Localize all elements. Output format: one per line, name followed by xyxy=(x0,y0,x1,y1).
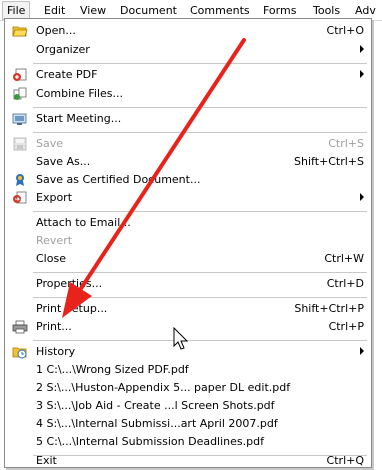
menu-separator xyxy=(33,340,367,341)
save-icon xyxy=(13,137,27,151)
recent-file-2[interactable]: 2 S:\...\Huston-Appendix 5... paper DL e… xyxy=(6,379,370,397)
menu-tools[interactable]: Tools xyxy=(313,3,340,18)
menu-item-history[interactable]: History xyxy=(6,343,370,361)
menu-view[interactable]: View xyxy=(80,3,106,18)
menu-separator xyxy=(33,132,367,133)
history-icon xyxy=(12,347,27,359)
open-folder-icon xyxy=(12,26,28,37)
export-icon xyxy=(13,191,27,204)
menu-item-exit[interactable]: Exit Ctrl+Q xyxy=(6,452,370,470)
menu-item-close[interactable]: Close Ctrl+W xyxy=(6,250,370,268)
submenu-arrow-icon xyxy=(360,193,364,201)
recent-file-3[interactable]: 3 S:\...\Job Aid - Create ...l Screen Sh… xyxy=(6,397,370,415)
menu-separator xyxy=(33,272,367,273)
recent-file-1[interactable]: 1 C:\...\Wrong Sized PDF.pdf xyxy=(6,361,370,379)
menu-advanced[interactable]: Adv xyxy=(355,3,376,18)
menu-item-combine-files[interactable]: Combine Files... xyxy=(6,85,370,103)
menu-document[interactable]: Document xyxy=(120,3,177,18)
menu-separator xyxy=(33,297,367,298)
menu-separator xyxy=(33,63,367,64)
menu-item-save-as[interactable]: Save As... Shift+Ctrl+S xyxy=(6,153,370,171)
menu-item-create-pdf[interactable]: Create PDF xyxy=(6,66,370,84)
menu-item-start-meeting[interactable]: Start Meeting... xyxy=(6,110,370,128)
menu-item-print[interactable]: Print... Ctrl+P xyxy=(6,318,370,336)
recent-file-4[interactable]: 4 S:\...\Internal Submissi...art April 2… xyxy=(6,415,370,433)
menu-item-revert[interactable]: Revert xyxy=(6,232,370,250)
submenu-arrow-icon xyxy=(360,70,364,78)
menu-comments[interactable]: Comments xyxy=(190,3,250,18)
menu-item-attach-to-email[interactable]: Attach to Email... xyxy=(6,214,370,232)
menu-item-organizer[interactable]: Organizer xyxy=(6,41,370,59)
menu-item-print-setup[interactable]: Print Setup... Shift+Ctrl+P xyxy=(6,300,370,318)
menu-item-export[interactable]: Export xyxy=(6,189,370,207)
menu-forms[interactable]: Forms xyxy=(263,3,296,18)
menu-item-save[interactable]: Save Ctrl+S xyxy=(6,135,370,153)
submenu-arrow-icon xyxy=(360,45,364,53)
menu-item-open[interactable]: Open... Ctrl+O xyxy=(6,22,370,40)
combine-files-icon xyxy=(13,87,27,100)
menu-edit[interactable]: Edit xyxy=(44,3,65,18)
meeting-icon xyxy=(12,113,27,125)
printer-icon xyxy=(12,320,28,334)
submenu-arrow-icon xyxy=(360,347,364,355)
menu-item-save-as-certified[interactable]: Save as Certified Document... xyxy=(6,171,370,189)
recent-file-5[interactable]: 5 C:\...\Internal Submission Deadlines.p… xyxy=(6,433,370,451)
file-menu-dropdown: Open... Ctrl+O Organizer Create PDF Comb… xyxy=(4,18,372,468)
menu-separator xyxy=(33,211,367,212)
create-pdf-icon xyxy=(13,68,27,81)
certified-icon xyxy=(16,174,24,186)
menu-item-properties[interactable]: Properties... Ctrl+D xyxy=(6,275,370,293)
menu-separator xyxy=(33,107,367,108)
